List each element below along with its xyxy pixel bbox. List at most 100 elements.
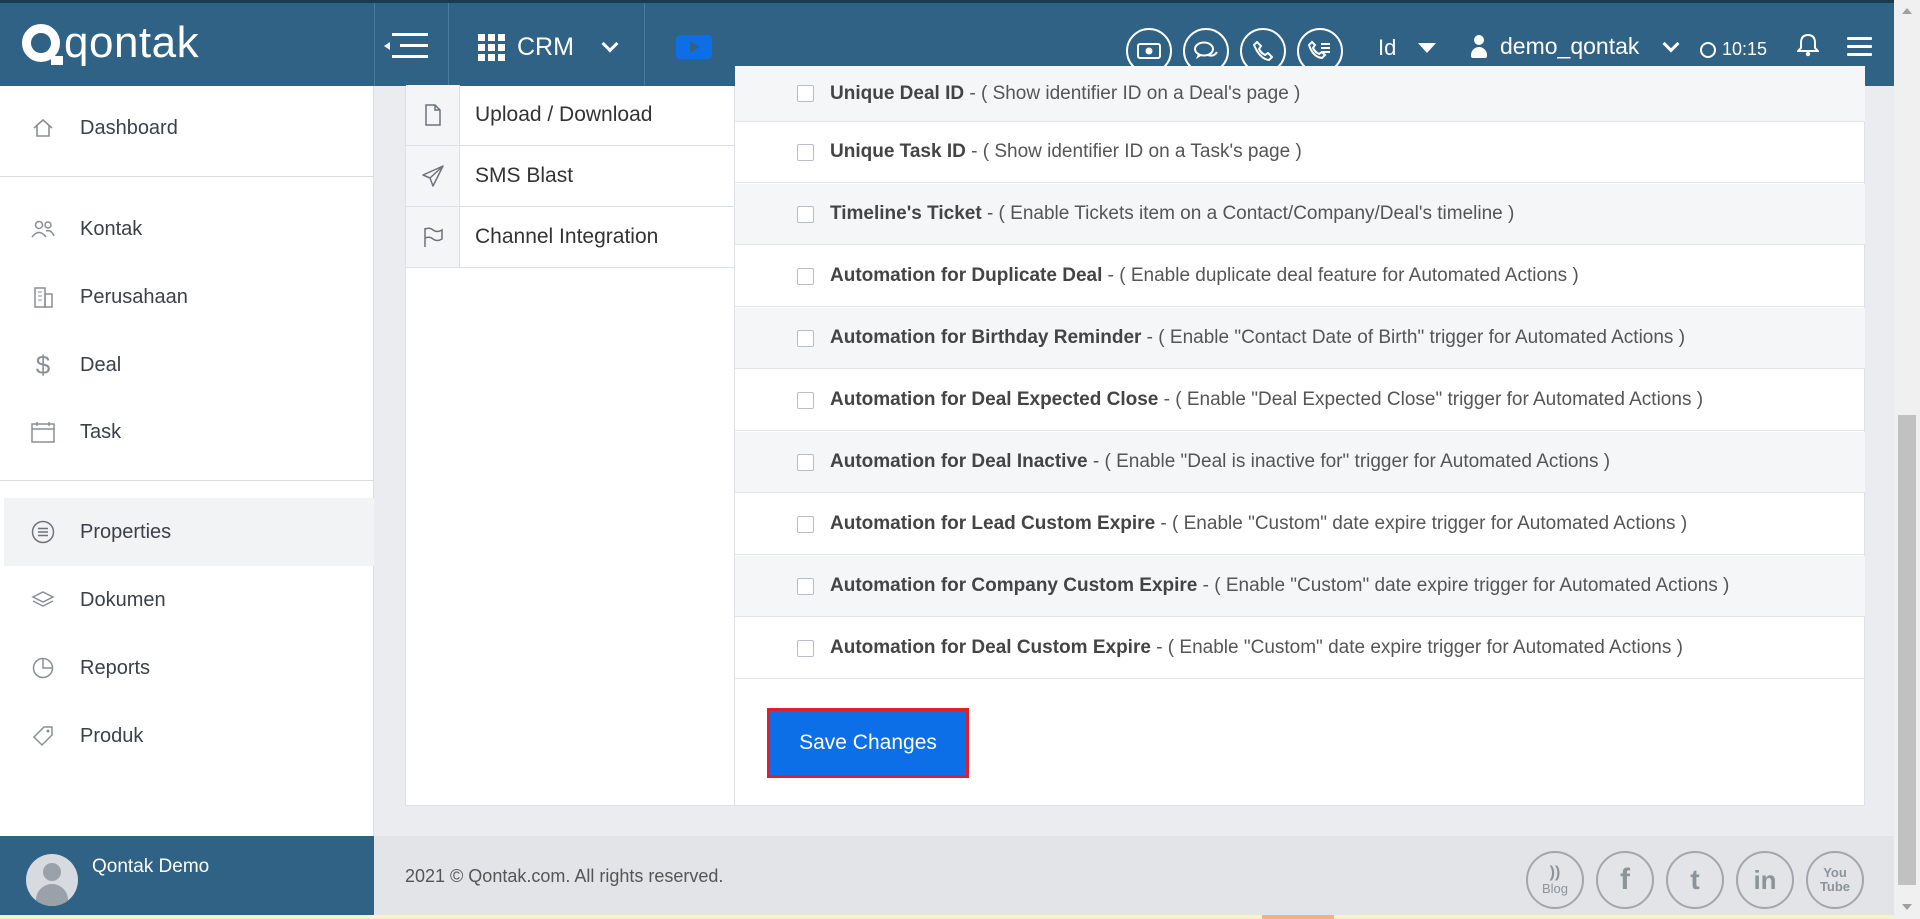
- option-row-deal-inactive: Automation for Deal Inactive - ( Enable …: [735, 432, 1865, 493]
- main-menu-icon[interactable]: [1847, 37, 1872, 57]
- linkedin-icon[interactable]: in: [1736, 851, 1794, 909]
- sidebar-item-produk[interactable]: Produk: [4, 702, 374, 770]
- social-glyph: f: [1620, 863, 1630, 896]
- sidebar-item-label: Task: [80, 420, 122, 443]
- avatar: [26, 854, 78, 906]
- option-row-birthday-reminder: Automation for Birthday Reminder - ( Ena…: [735, 308, 1865, 369]
- page-footer: 2021 © Qontak.com. All rights reserved. …: [374, 836, 1894, 919]
- option-checkbox[interactable]: [797, 85, 814, 102]
- settings-menu-label: SMS Blast: [475, 164, 574, 187]
- option-row-timeline-ticket: Timeline's Ticket - ( Enable Tickets ite…: [735, 184, 1865, 245]
- scrollbar-thumb[interactable]: [1898, 415, 1916, 885]
- option-checkbox[interactable]: [797, 515, 814, 533]
- language-label: Id: [1378, 35, 1397, 60]
- option-row-unique-deal-id: Unique Deal ID - ( Show identifier ID on…: [735, 66, 1865, 122]
- option-text: Automation for Deal Expected Close - ( E…: [830, 389, 1703, 411]
- option-checkbox[interactable]: [797, 329, 814, 347]
- option-checkbox[interactable]: [797, 267, 814, 285]
- settings-menu-label: Channel Integration: [475, 225, 659, 248]
- save-changes-button[interactable]: Save Changes: [767, 708, 969, 778]
- sidebar-item-dokumen[interactable]: Dokumen: [4, 566, 374, 634]
- option-text: Automation for Deal Inactive - ( Enable …: [830, 451, 1610, 473]
- home-icon: [28, 116, 58, 140]
- sidebar-item-label: Reports: [80, 656, 151, 679]
- caret-down-icon: [1418, 43, 1437, 53]
- option-name: Automation for Company Custom Expire: [830, 575, 1198, 596]
- option-description: - ( Enable "Deal is inactive for" trigge…: [1087, 451, 1611, 472]
- option-checkbox[interactable]: [797, 143, 814, 161]
- social-glyph: You: [1823, 865, 1847, 880]
- pie-chart-icon: [28, 656, 58, 680]
- settings-menu-upload-download[interactable]: Upload / Download: [406, 85, 735, 146]
- option-row-company-custom-expire: Automation for Company Custom Expire - (…: [735, 556, 1865, 617]
- sidebar-item-label: Kontak: [80, 217, 143, 240]
- rss-icon[interactable]: )) Blog: [1526, 851, 1584, 909]
- video-tutorial-icon[interactable]: [676, 35, 712, 59]
- option-checkbox[interactable]: [797, 453, 814, 471]
- qontak-logo[interactable]: qontak: [22, 21, 199, 65]
- page-scrollbar[interactable]: [1894, 0, 1920, 919]
- list-icon: [28, 520, 58, 544]
- option-name: Automation for Duplicate Deal: [830, 265, 1103, 286]
- settings-menu-channel-integration[interactable]: Channel Integration: [406, 207, 735, 268]
- settings-panel: Upload / Download SMS Blast Channel Inte…: [405, 66, 1865, 806]
- language-selector[interactable]: Id: [1378, 35, 1437, 61]
- logo-mark-icon: [22, 24, 63, 65]
- option-row-duplicate-deal: Automation for Duplicate Deal - ( Enable…: [735, 246, 1865, 307]
- dollar-icon: $: [35, 349, 51, 380]
- scroll-up-arrow-icon[interactable]: [1902, 8, 1912, 14]
- option-name: Unique Deal ID: [830, 82, 965, 104]
- scroll-down-arrow-icon[interactable]: [1902, 904, 1912, 910]
- sidebar: Dashboard Kontak Perusahaan $ Deal Task …: [0, 86, 374, 836]
- option-checkbox[interactable]: [797, 639, 814, 657]
- option-checkbox[interactable]: [797, 205, 814, 223]
- option-name: Automation for Deal Expected Close: [830, 389, 1159, 410]
- facebook-icon[interactable]: f: [1596, 851, 1654, 909]
- divider: [644, 3, 645, 86]
- chevron-down-icon: [601, 35, 619, 53]
- sidebar-item-deal[interactable]: $ Deal: [4, 331, 374, 399]
- option-checkbox[interactable]: [797, 391, 814, 409]
- option-row-deal-expected-close: Automation for Deal Expected Close - ( E…: [735, 370, 1865, 431]
- option-text: Unique Deal ID - ( Show identifier ID on…: [830, 83, 1300, 105]
- social-glyph: t: [1690, 864, 1700, 895]
- sidebar-item-kontak[interactable]: Kontak: [4, 195, 374, 263]
- option-text: Automation for Lead Custom Expire - ( En…: [830, 513, 1687, 535]
- user-menu[interactable]: demo_qontak: [1470, 33, 1680, 60]
- sidebar-item-label: Perusahaan: [80, 285, 188, 308]
- social-label: Tube: [1819, 879, 1851, 894]
- option-text: Unique Task ID - ( Show identifier ID on…: [830, 141, 1302, 163]
- sidebar-item-label: Deal: [80, 353, 122, 376]
- divider: [0, 176, 374, 177]
- apps-grid-icon: [478, 33, 505, 61]
- option-name: Automation for Lead Custom Expire: [830, 513, 1156, 534]
- sidebar-item-properties[interactable]: Properties: [4, 498, 374, 566]
- module-switcher[interactable]: CRM: [478, 27, 619, 67]
- clock-time: 10:15: [1722, 39, 1768, 59]
- sidebar-item-reports[interactable]: Reports: [4, 634, 374, 702]
- option-checkbox[interactable]: [797, 577, 814, 595]
- divider: [0, 480, 374, 481]
- option-text: Automation for Birthday Reminder - ( Ena…: [830, 327, 1685, 349]
- settings-menu-sms-blast[interactable]: SMS Blast: [406, 146, 735, 207]
- sidebar-item-dashboard[interactable]: Dashboard: [4, 94, 374, 162]
- twitter-icon[interactable]: t: [1666, 851, 1724, 909]
- sidebar-user-panel[interactable]: Qontak Demo: [0, 836, 374, 919]
- youtube-icon[interactable]: You Tube: [1806, 851, 1864, 909]
- social-glyph: )): [1549, 863, 1561, 881]
- option-text: Timeline's Ticket - ( Enable Tickets ite…: [830, 203, 1514, 225]
- collapse-menu-icon[interactable]: [384, 29, 428, 63]
- chevron-down-icon: [1662, 35, 1680, 52]
- layers-icon: [28, 588, 58, 612]
- option-name: Automation for Deal Custom Expire: [830, 637, 1151, 658]
- settings-menu: Upload / Download SMS Blast Channel Inte…: [406, 85, 735, 806]
- username: demo_qontak: [1500, 33, 1640, 59]
- sidebar-item-label: Properties: [80, 520, 172, 543]
- building-icon: [28, 285, 58, 309]
- logo-text: qontak: [64, 18, 200, 67]
- clock-icon: [1700, 41, 1716, 58]
- option-description: - ( Show identifier ID on a Deal's page …: [964, 82, 1301, 104]
- sidebar-item-perusahaan[interactable]: Perusahaan: [4, 263, 374, 331]
- sidebar-item-task[interactable]: Task: [4, 398, 374, 466]
- notification-bell-icon[interactable]: [1795, 33, 1821, 64]
